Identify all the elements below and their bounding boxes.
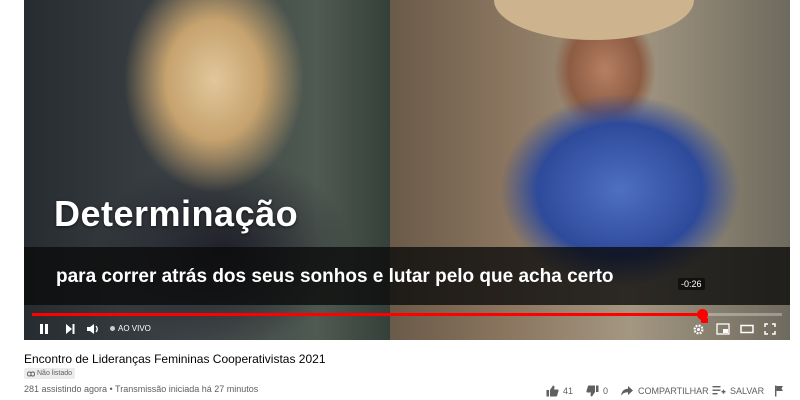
theater-mode-button[interactable]	[740, 318, 754, 340]
time-tooltip: -0:26	[678, 278, 705, 290]
share-icon	[621, 386, 633, 396]
fullscreen-button[interactable]	[764, 318, 776, 340]
save-label: SALVAR	[730, 386, 765, 396]
save-playlist-icon	[712, 386, 726, 395]
unlisted-label: Não listado	[37, 370, 73, 377]
caption-subtitle: para correr atrás dos seus sonhos e luta…	[56, 266, 614, 287]
video-meta: 281 assistindo agora • Transmissão inici…	[24, 384, 259, 394]
caption-title: Determinação	[54, 193, 299, 234]
theater-icon	[740, 324, 754, 334]
save-button[interactable]: SALVAR	[712, 384, 764, 398]
pause-icon	[40, 324, 48, 334]
pause-button[interactable]	[38, 318, 50, 340]
player-controls: AO VIVO	[24, 318, 790, 340]
hd-badge	[701, 318, 708, 323]
live-dot	[110, 326, 115, 331]
progress-bar[interactable]	[32, 309, 782, 320]
share-label: COMPARTILHAR	[638, 386, 709, 396]
gear-icon	[693, 323, 704, 335]
report-button[interactable]	[774, 384, 785, 398]
next-icon	[66, 324, 75, 334]
next-button[interactable]	[64, 318, 76, 340]
dislike-count: 0	[603, 386, 609, 396]
volume-button[interactable]	[86, 318, 100, 340]
live-indicator[interactable]: AO VIVO	[110, 324, 151, 333]
video-player[interactable]: Determinação para correr atrás dos seus …	[24, 0, 790, 340]
share-button[interactable]: COMPARTILHAR	[620, 384, 709, 398]
like-count: 41	[563, 386, 574, 396]
progress-bar-fill	[32, 313, 702, 316]
unlisted-badge: Não listado	[24, 368, 76, 379]
thumbs-up-icon	[546, 385, 559, 397]
flag-icon	[775, 385, 783, 397]
fullscreen-icon	[764, 323, 776, 335]
dislike-button[interactable]: 0	[586, 384, 608, 398]
miniplayer-button[interactable]	[716, 318, 730, 340]
thumbs-down-icon	[586, 385, 599, 397]
live-label: AO VIVO	[118, 324, 151, 333]
like-button[interactable]: 41	[546, 384, 573, 398]
link-icon	[27, 371, 35, 376]
video-title: Encontro de Lideranças Femininas Coopera…	[24, 352, 326, 366]
settings-button[interactable]	[692, 318, 708, 340]
miniplayer-icon	[716, 323, 730, 335]
volume-icon	[87, 324, 98, 334]
